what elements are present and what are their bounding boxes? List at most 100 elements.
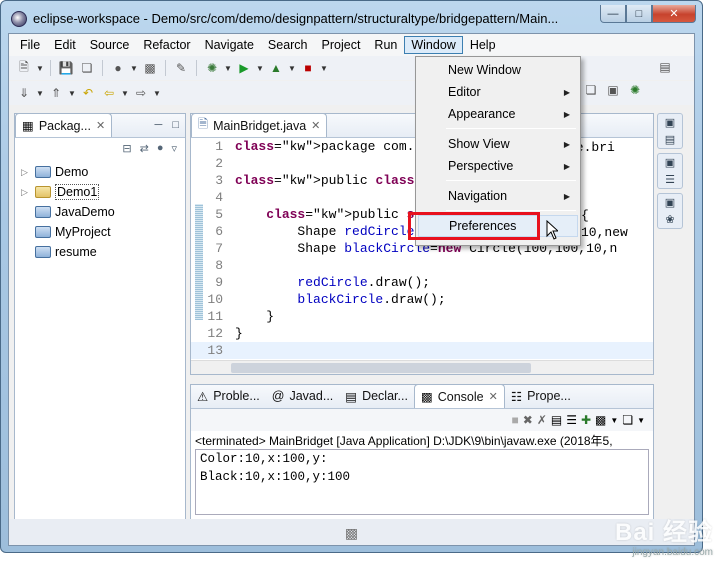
link-editor-icon[interactable]: ⇄ xyxy=(140,142,149,155)
java-perspective-icon[interactable]: ▣ xyxy=(604,81,622,99)
collapse-all-icon[interactable]: ⊟ xyxy=(122,142,131,155)
pin-console-icon[interactable]: ✚ xyxy=(581,413,591,427)
save-all-icon[interactable]: ❏ xyxy=(78,59,96,77)
close-icon[interactable]: ✕ xyxy=(489,390,498,403)
coverage-icon[interactable]: ▲ xyxy=(267,59,285,77)
menu-refactor[interactable]: Refactor xyxy=(136,36,197,54)
menu-help[interactable]: Help xyxy=(463,36,503,54)
code-line: 12} xyxy=(207,326,243,341)
scroll-lock-icon[interactable]: ▤ xyxy=(551,413,562,427)
menu-item-editor[interactable]: Editor ▶ xyxy=(418,81,578,103)
close-icon[interactable]: ✕ xyxy=(311,119,320,132)
chevron-down-icon[interactable]: ▼ xyxy=(121,89,129,98)
chevron-down-icon[interactable]: ▼ xyxy=(224,64,232,73)
menu-project[interactable]: Project xyxy=(315,36,368,54)
menu-item-appearance[interactable]: Appearance ▶ xyxy=(418,103,578,125)
chevron-down-icon[interactable]: ▼ xyxy=(36,64,44,73)
tab-javadoc[interactable]: @ Javad... xyxy=(266,384,339,408)
menu-edit[interactable]: Edit xyxy=(47,36,83,54)
open-console-icon[interactable]: ❏ xyxy=(622,413,633,427)
expand-icon[interactable]: ▷ xyxy=(21,167,31,178)
hierarchy-icon[interactable]: ☰ xyxy=(665,173,675,186)
submenu-arrow-icon: ▶ xyxy=(563,161,570,171)
menu-run[interactable]: Run xyxy=(367,36,404,54)
menu-window[interactable]: Window xyxy=(404,36,463,54)
chevron-down-icon[interactable]: ▼ xyxy=(320,64,328,73)
menu-search[interactable]: Search xyxy=(261,36,315,54)
monitor-icon[interactable]: ▩ xyxy=(141,59,159,77)
tab-console[interactable]: ▩ Console ✕ xyxy=(413,384,505,408)
restore-icon[interactable]: ▣ xyxy=(665,196,675,209)
terminate-icon[interactable]: ■ xyxy=(512,413,519,427)
menu-navigate[interactable]: Navigate xyxy=(198,36,261,54)
tree-item[interactable]: MyProject xyxy=(21,222,185,242)
tab-properties[interactable]: ☷ Prope... xyxy=(505,384,577,408)
debug-perspective-icon[interactable]: ✺ xyxy=(626,81,644,99)
watermark-brand: Bai 经验 xyxy=(614,519,713,546)
view-menu-icon[interactable]: ▿ xyxy=(171,142,177,155)
trim-group: ▣ ▤ xyxy=(657,113,683,149)
chevron-down-icon[interactable]: ▼ xyxy=(288,64,296,73)
submenu-arrow-icon: ▶ xyxy=(563,139,570,149)
filter-icon[interactable]: ● xyxy=(157,142,164,154)
maximize-button[interactable]: □ xyxy=(626,5,652,23)
title-bar: eclipse-workspace - Demo/src/com/demo/de… xyxy=(7,5,696,31)
minimize-view-icon[interactable]: ─ xyxy=(155,119,163,131)
chevron-down-icon[interactable]: ▼ xyxy=(610,416,618,425)
save-icon[interactable]: 💾 xyxy=(57,59,75,77)
debug-icon[interactable]: ✺ xyxy=(203,59,221,77)
tree-item[interactable]: resume xyxy=(21,242,185,262)
open-perspective-icon[interactable]: ❏ xyxy=(582,81,600,99)
right-trim: ▣ ▤ ▣ ☰ ▣ ❀ xyxy=(657,113,687,343)
account-icon[interactable]: ● xyxy=(109,59,127,77)
menu-source[interactable]: Source xyxy=(83,36,137,54)
restore-icon[interactable]: ▣ xyxy=(665,156,675,169)
word-wrap-icon[interactable]: ☰ xyxy=(566,413,577,427)
restore-icon[interactable]: ▣ xyxy=(665,116,675,129)
horizontal-scrollbar[interactable] xyxy=(191,360,653,374)
new-icon[interactable]: 🗎 xyxy=(15,59,33,77)
chevron-down-icon[interactable]: ▼ xyxy=(36,89,44,98)
external-tools-icon[interactable]: ■ xyxy=(299,59,317,77)
next-annotation-icon[interactable]: ⇓ xyxy=(15,84,33,102)
tab-package-explorer[interactable]: ▦ Packag... ✕ xyxy=(15,113,113,137)
tab-declaration[interactable]: ▤ Declar... xyxy=(339,384,414,408)
menu-item-perspective[interactable]: Perspective ▶ xyxy=(418,155,578,177)
chevron-down-icon[interactable]: ▼ xyxy=(130,64,138,73)
properties-icon: ☷ xyxy=(510,389,523,404)
tab-problems[interactable]: ⚠ Proble... xyxy=(191,384,266,408)
menu-item-new-window[interactable]: New Window xyxy=(418,59,578,81)
menu-item-navigation[interactable]: Navigation ▶ xyxy=(418,185,578,207)
tree-item[interactable]: ▷ Demo1 xyxy=(21,182,185,202)
perspective-icon[interactable]: ▤ xyxy=(656,58,674,76)
tree-item[interactable]: ▷ Demo xyxy=(21,162,185,182)
last-edit-icon[interactable]: ↶ xyxy=(79,84,97,102)
run-icon[interactable]: ▶ xyxy=(235,59,253,77)
pencil-icon[interactable]: ✎ xyxy=(172,59,190,77)
back-icon[interactable]: ⇦ xyxy=(100,84,118,102)
minimize-button[interactable]: — xyxy=(600,5,626,23)
forward-icon[interactable]: ⇨ xyxy=(132,84,150,102)
maximize-view-icon[interactable]: □ xyxy=(172,119,179,131)
remove-launch-icon[interactable]: ✖ xyxy=(523,413,533,427)
chevron-down-icon[interactable]: ▼ xyxy=(153,89,161,98)
tree-item[interactable]: JavaDemo xyxy=(21,202,185,222)
close-button[interactable]: ✕ xyxy=(652,5,696,23)
display-console-icon[interactable]: ▩ xyxy=(595,413,606,427)
expand-icon[interactable]: ▷ xyxy=(21,187,31,198)
menu-item-show-view[interactable]: Show View ▶ xyxy=(418,133,578,155)
chevron-down-icon[interactable]: ▼ xyxy=(637,416,645,425)
chevron-down-icon[interactable]: ▼ xyxy=(256,64,264,73)
palette-icon[interactable]: ❀ xyxy=(665,213,674,226)
tab-editor-file[interactable]: 🗎 MainBridget.java ✕ xyxy=(191,113,328,137)
status-icon[interactable]: ▩ xyxy=(345,525,358,542)
workbench: File Edit Source Refactor Navigate Searc… xyxy=(8,33,695,546)
menu-file[interactable]: File xyxy=(13,36,47,54)
chevron-down-icon[interactable]: ▼ xyxy=(68,89,76,98)
console-output[interactable]: Color:10,x:100,y: Black:10,x:100,y:100 xyxy=(195,449,649,515)
remove-all-icon[interactable]: ✗ xyxy=(537,413,547,427)
prev-annotation-icon[interactable]: ⇑ xyxy=(47,84,65,102)
outline-icon[interactable]: ▤ xyxy=(665,133,675,146)
close-icon[interactable]: ✕ xyxy=(96,119,105,132)
submenu-arrow-icon: ▶ xyxy=(563,87,570,97)
